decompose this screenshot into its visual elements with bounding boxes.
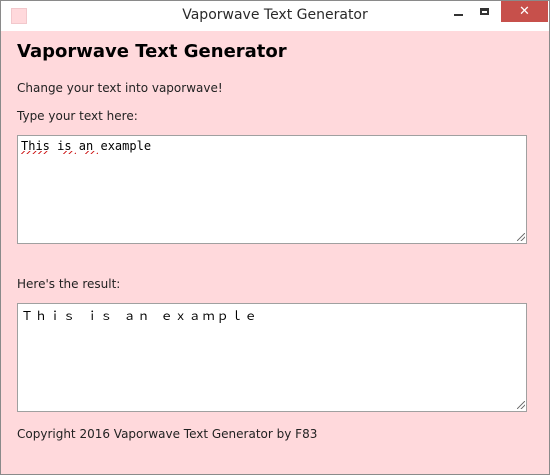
title-bar[interactable]: Vaporwave Text Generator ✕: [1, 1, 549, 31]
spellcheck-underline: [85, 151, 98, 154]
maximize-button[interactable]: [471, 1, 497, 22]
minimize-icon: [453, 13, 463, 16]
input-label: Type your text here:: [17, 109, 138, 123]
maximize-icon: [479, 8, 489, 15]
footer-copyright: Copyright 2016 Vaporwave Text Generator …: [17, 427, 318, 441]
minimize-button[interactable]: [445, 1, 471, 22]
close-icon: ✕: [519, 4, 530, 19]
spellcheck-underline: [21, 151, 48, 154]
intro-text: Change your text into vaporwave!: [17, 81, 223, 95]
result-label: Here's the result:: [17, 277, 121, 291]
page-title: Vaporwave Text Generator: [17, 41, 287, 62]
app-window: Vaporwave Text Generator ✕ Vaporwave Tex…: [0, 0, 550, 475]
result-textarea[interactable]: Ｔｈｉｓ ｉｓ ａｎ ｅｘａｍｐｌｅ: [17, 303, 527, 412]
resize-grip-icon[interactable]: [517, 401, 525, 409]
main-content: Vaporwave Text Generator Change your tex…: [1, 31, 549, 474]
resize-grip-icon[interactable]: [517, 233, 525, 241]
close-button[interactable]: ✕: [501, 1, 548, 22]
spellcheck-underline: [63, 151, 76, 154]
